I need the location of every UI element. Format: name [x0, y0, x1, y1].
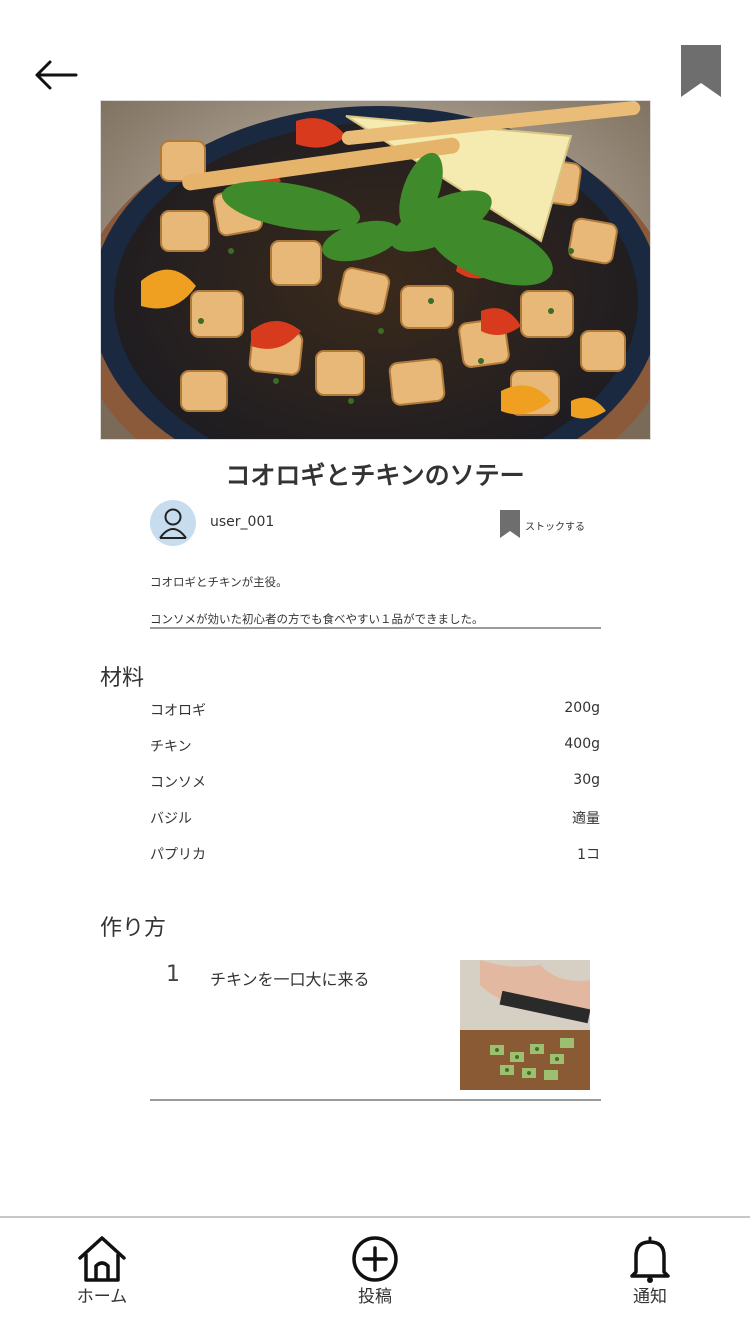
nav-post-label: 投稿 [358, 1287, 392, 1307]
steps-heading: 作り方 [100, 916, 167, 941]
ingredient-name: コンソメ [150, 775, 206, 791]
bell-icon [630, 1236, 670, 1283]
avatar[interactable] [150, 500, 196, 546]
recipe-photo [100, 100, 651, 440]
bookmark-icon[interactable] [681, 45, 721, 97]
nav-notify-label: 通知 [633, 1287, 667, 1307]
nav-notify[interactable]: 通知 [590, 1218, 710, 1334]
description-line-2: コンソメが効いた初心者の方でも食べやすい１品ができました。 [150, 612, 484, 626]
ingredient-qty: 400g [564, 736, 600, 752]
ingredient-name: バジル [150, 811, 192, 827]
ingredient-qty: 1コ [577, 847, 600, 863]
description-line-1: コオロギとチキンが主役。 [150, 575, 288, 589]
plus-circle-icon [352, 1236, 398, 1282]
recipe-title: コオロギとチキンのソテー [225, 461, 525, 490]
ingredient-name: チキン [150, 739, 192, 755]
step-text: チキンを一口大に来る [210, 970, 370, 989]
nav-home-label: ホーム [76, 1287, 128, 1307]
divider [150, 1099, 601, 1101]
stock-button-label[interactable]: ストックする [525, 518, 585, 533]
nav-home[interactable]: ホーム [42, 1218, 162, 1334]
divider [150, 627, 601, 629]
ingredient-qty: 適量 [572, 811, 600, 827]
ingredient-name: コオロギ [150, 703, 206, 719]
author-name[interactable]: user_001 [210, 514, 274, 530]
home-icon [78, 1236, 126, 1282]
stock-bookmark-icon[interactable] [500, 510, 520, 538]
nav-post[interactable]: 投稿 [315, 1218, 435, 1334]
ingredient-qty: 200g [564, 700, 600, 716]
back-arrow-icon[interactable] [32, 58, 80, 92]
step-number: 1 [166, 962, 180, 987]
step-photo [460, 960, 590, 1090]
ingredients-heading: 材料 [100, 666, 145, 691]
ingredient-qty: 30g [573, 772, 600, 788]
ingredient-name: パプリカ [150, 847, 206, 863]
bottom-nav: ホーム 投稿 通知 [0, 1216, 750, 1334]
user-icon [159, 508, 187, 539]
